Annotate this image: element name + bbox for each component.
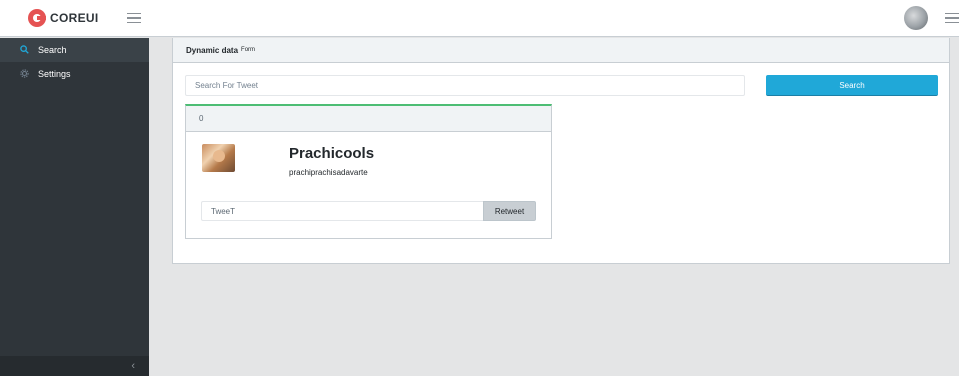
tweet-card: 0 Prachicools prachiprachisadavarte Retw…	[185, 104, 552, 239]
chevron-left-icon: ‹	[131, 360, 135, 372]
sidebar: Search Settings ‹	[0, 38, 149, 376]
dynamic-data-card: Dynamic data Form Search 0 Prachicools p…	[172, 38, 950, 264]
sidebar-item-label: Search	[38, 45, 67, 55]
gear-icon	[18, 68, 30, 80]
search-input[interactable]	[185, 75, 745, 96]
app-header: COREUI	[0, 0, 959, 37]
sidebar-item-settings[interactable]: Settings	[0, 62, 149, 86]
user-handle: prachiprachisadavarte	[289, 168, 368, 177]
user-avatar[interactable]	[904, 6, 928, 30]
tweet-count: 0	[199, 114, 204, 123]
card-subtitle: Form	[241, 47, 256, 53]
tweet-card-header: 0	[186, 106, 551, 132]
sidebar-toggler-icon[interactable]	[127, 13, 141, 23]
search-icon	[18, 44, 30, 56]
user-name: Prachicools	[289, 145, 375, 162]
brand-logo-link[interactable]: COREUI	[28, 9, 98, 27]
sidebar-item-label: Settings	[38, 69, 71, 79]
card-header: Dynamic data Form	[173, 38, 949, 63]
profile-picture	[202, 144, 235, 172]
brand-name: COREUI	[50, 11, 99, 25]
sidebar-minimizer[interactable]: ‹	[0, 356, 149, 376]
tweet-input[interactable]	[201, 201, 483, 221]
search-button[interactable]: Search	[766, 75, 938, 96]
card-title: Dynamic data	[186, 45, 239, 55]
aside-menu-toggler-icon[interactable]	[945, 13, 959, 23]
sidebar-item-search[interactable]: Search	[0, 38, 149, 62]
coreui-logo-icon	[28, 9, 46, 27]
retweet-button[interactable]: Retweet	[483, 201, 536, 221]
